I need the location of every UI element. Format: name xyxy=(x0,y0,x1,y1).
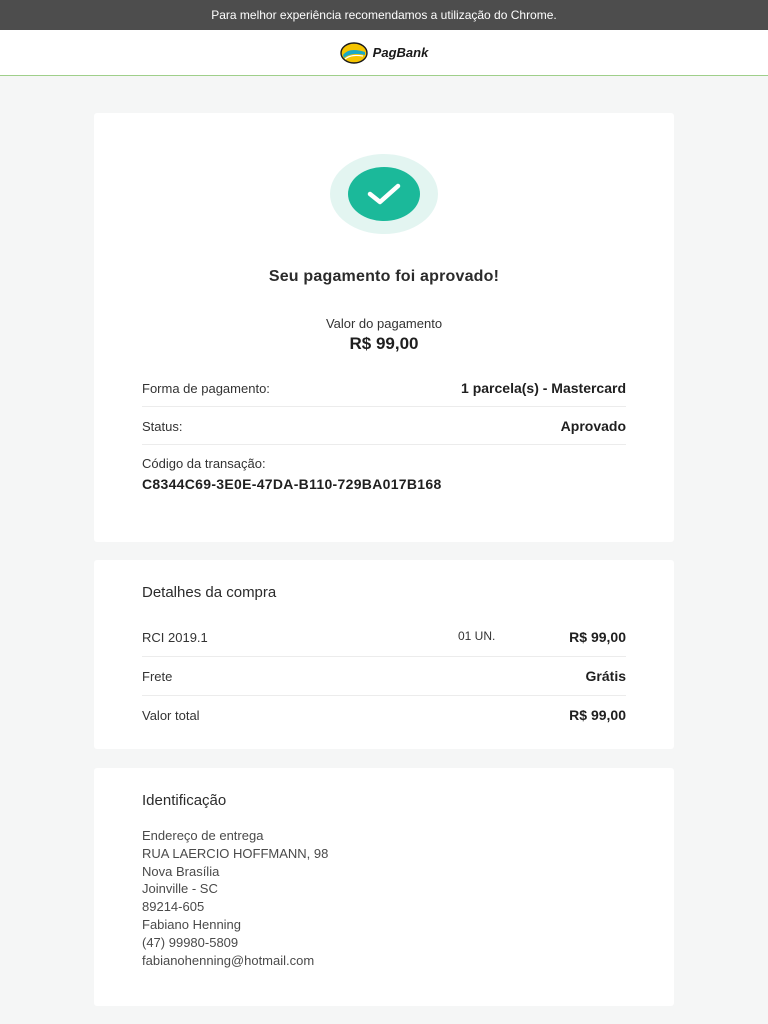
address-street: RUA LAERCIO HOFFMANN, 98 xyxy=(142,845,329,861)
approval-title: Seu pagamento foi aprovado! xyxy=(268,268,500,285)
item-quantity: 01 UN. xyxy=(458,629,496,643)
shipping-address-heading: Endereço de entrega xyxy=(142,828,264,843)
item-price: R$ 99,00 xyxy=(569,629,626,645)
identification-title: Identificação xyxy=(142,792,227,809)
total-label: Valor total xyxy=(142,708,200,723)
freight-row: Frete Grátis xyxy=(142,668,626,696)
freight-label: Frete xyxy=(142,669,173,684)
customer-email: fabianohenning@hotmail.com xyxy=(142,952,315,968)
purchase-details-title: Detalhes da compra xyxy=(142,584,277,601)
transaction-code-label: Código da transação: xyxy=(142,456,266,471)
address-city-state: Joinville - SC xyxy=(142,881,218,897)
status-row: Status: Aprovado xyxy=(142,418,626,445)
identification-card: Identificação Endereço de entrega RUA LA… xyxy=(94,768,674,1006)
payment-method-label: Forma de pagamento: xyxy=(142,381,270,396)
pagbank-logo-icon xyxy=(339,41,368,64)
page-header: PagBank xyxy=(0,30,768,76)
status-value: Aprovado xyxy=(560,418,626,434)
customer-phone: (47) 99980-5809 xyxy=(142,934,239,950)
brand-logo[interactable]: PagBank xyxy=(339,41,429,64)
browser-notice-bar: Para melhor experiência recomendamos a u… xyxy=(0,0,768,30)
payment-method-value: 1 parcela(s) - Mastercard xyxy=(461,380,626,396)
customer-name: Fabiano Henning xyxy=(142,916,242,932)
shipping-address-block: Endereço de entrega RUA LAERCIO HOFFMANN… xyxy=(142,827,328,969)
success-badge xyxy=(330,154,438,234)
address-neighborhood: Nova Brasília xyxy=(142,863,220,879)
transaction-code: C8344C69-3E0E-47DA-B110-729BA017B168 xyxy=(142,476,442,492)
amount-value: R$ 99,00 xyxy=(349,334,419,353)
success-circle xyxy=(348,167,420,221)
browser-notice-text: Para melhor experiência recomendamos a u… xyxy=(211,8,557,22)
check-icon xyxy=(367,183,401,205)
brand-name: PagBank xyxy=(372,45,429,60)
purchase-details-card: Detalhes da compra RCI 2019.1 01 UN. R$ … xyxy=(94,560,674,749)
item-name: RCI 2019.1 xyxy=(142,630,208,645)
freight-value: Grátis xyxy=(585,668,626,684)
status-label: Status: xyxy=(142,419,183,434)
payment-method-row: Forma de pagamento: 1 parcela(s) - Maste… xyxy=(142,380,626,407)
amount-label: Valor do pagamento xyxy=(325,316,443,331)
address-zip: 89214-605 xyxy=(142,899,205,915)
purchase-item-row: RCI 2019.1 01 UN. R$ 99,00 xyxy=(142,629,626,657)
payment-approved-card: Seu pagamento foi aprovado! Valor do pag… xyxy=(94,113,674,542)
total-row: Valor total R$ 99,00 xyxy=(142,707,626,729)
total-value: R$ 99,00 xyxy=(569,707,626,723)
